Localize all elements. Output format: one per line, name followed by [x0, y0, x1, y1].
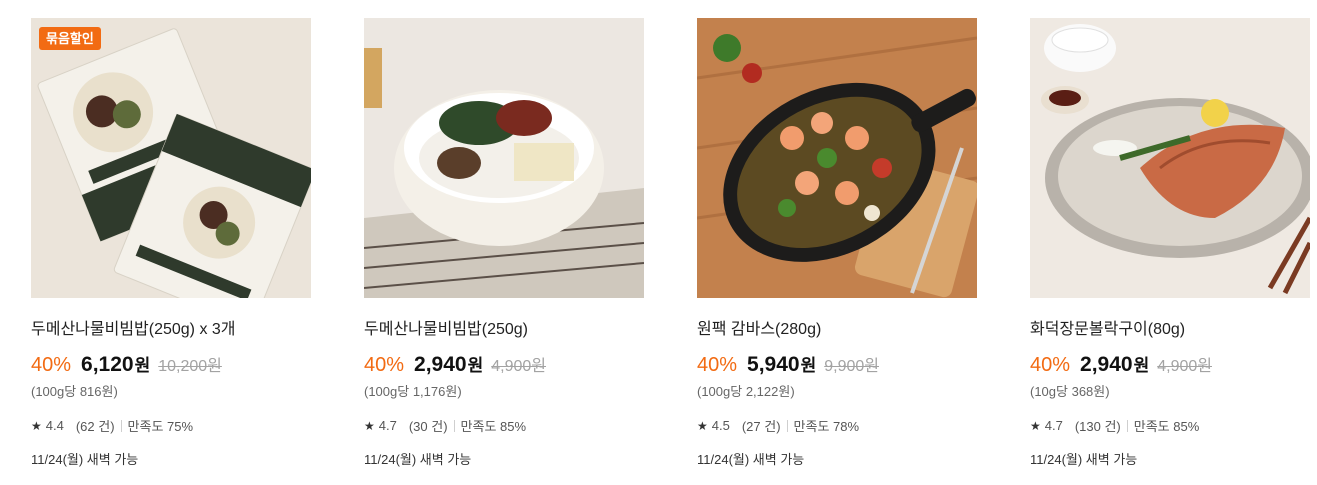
price-row: 40% 2,940 원 4,900원: [364, 351, 644, 377]
currency-label: 원: [134, 356, 151, 375]
star-icon: ★: [1030, 418, 1041, 433]
original-price: 4,900원: [491, 358, 546, 375]
review-count: (30 건): [408, 419, 448, 434]
review-summary: ★ 4.5 (27 건) 만족도 78%: [697, 416, 977, 435]
product-image[interactable]: [1030, 18, 1310, 298]
review-count: (62 건): [75, 419, 115, 434]
satisfaction: 만족도 75%: [127, 419, 194, 434]
divider: [1126, 419, 1128, 432]
product-card[interactable]: 묶음할인 두메산나물비빔밥(250g) x 3개 40% 6,120 원 10,…: [31, 18, 311, 468]
product-grid: 묶음할인 두메산나물비빔밥(250g) x 3개 40% 6,120 원 10,…: [0, 0, 1317, 485]
sale-price: 2,940: [414, 353, 467, 376]
product-card[interactable]: 화덕장문볼락구이(80g) 40% 2,940 원 4,900원 (10g당 3…: [1030, 18, 1310, 468]
delivery-info: 11/24(월) 새벽 가능: [697, 452, 805, 467]
review-count: (27 건): [741, 419, 781, 434]
star-icon: ★: [697, 418, 708, 433]
rating-value: 4.7: [378, 418, 397, 433]
grilled-fish-plate-icon: [1030, 18, 1310, 298]
discount-rate: 40%: [697, 354, 738, 376]
product-image[interactable]: [364, 18, 644, 298]
satisfaction: 만족도 78%: [793, 419, 860, 434]
satisfaction: 만족도 85%: [460, 419, 527, 434]
unit-price: (100g당 816원): [31, 384, 118, 399]
product-title[interactable]: 두메산나물비빔밥(250g): [364, 320, 644, 340]
unit-price: (100g당 2,122원): [697, 384, 795, 399]
price-row: 40% 6,120 원 10,200원: [31, 351, 311, 377]
currency-label: 원: [1133, 356, 1150, 375]
price-row: 40% 5,940 원 9,900원: [697, 351, 977, 377]
product-title[interactable]: 두메산나물비빔밥(250g) x 3개: [31, 320, 311, 340]
product-card[interactable]: 두메산나물비빔밥(250g) 40% 2,940 원 4,900원 (100g당…: [364, 18, 644, 468]
boxed-bibimbap-pack-icon: [31, 18, 311, 298]
product-image[interactable]: 묶음할인: [31, 18, 311, 298]
review-count: (130 건): [1074, 419, 1121, 434]
sale-price: 6,120: [81, 353, 134, 376]
discount-rate: 40%: [1030, 354, 1071, 376]
satisfaction: 만족도 85%: [1133, 419, 1200, 434]
review-summary: ★ 4.4 (62 건) 만족도 75%: [31, 416, 311, 435]
currency-label: 원: [467, 356, 484, 375]
rating-value: 4.5: [711, 418, 730, 433]
rating-value: 4.7: [1044, 418, 1063, 433]
original-price: 10,200원: [158, 358, 222, 375]
sale-price: 2,940: [1080, 353, 1133, 376]
product-card[interactable]: 원팩 감바스(280g) 40% 5,940 원 9,900원 (100g당 2…: [697, 18, 977, 468]
discount-rate: 40%: [31, 354, 72, 376]
discount-rate: 40%: [364, 354, 405, 376]
rating-value: 4.4: [45, 418, 64, 433]
product-image[interactable]: [697, 18, 977, 298]
review-summary: ★ 4.7 (30 건) 만족도 85%: [364, 416, 644, 435]
unit-price: (10g당 368원): [1030, 384, 1110, 399]
delivery-info: 11/24(월) 새벽 가능: [31, 452, 139, 467]
product-title[interactable]: 원팩 감바스(280g): [697, 320, 977, 340]
currency-label: 원: [800, 356, 817, 375]
product-title[interactable]: 화덕장문볼락구이(80g): [1030, 320, 1310, 340]
original-price: 4,900원: [1157, 358, 1212, 375]
unit-price: (100g당 1,176원): [364, 384, 462, 399]
bibimbap-bowl-icon: [364, 18, 644, 298]
original-price: 9,900원: [824, 358, 879, 375]
delivery-info: 11/24(월) 새벽 가능: [364, 452, 472, 467]
delivery-info: 11/24(월) 새벽 가능: [1030, 452, 1138, 467]
divider: [786, 419, 788, 432]
divider: [120, 419, 122, 432]
gambas-skillet-icon: [697, 18, 977, 298]
star-icon: ★: [364, 418, 375, 433]
star-icon: ★: [31, 418, 42, 433]
bundle-discount-badge: 묶음할인: [39, 27, 101, 50]
review-summary: ★ 4.7 (130 건) 만족도 85%: [1030, 416, 1310, 435]
sale-price: 5,940: [747, 353, 800, 376]
price-row: 40% 2,940 원 4,900원: [1030, 351, 1310, 377]
divider: [453, 419, 455, 432]
